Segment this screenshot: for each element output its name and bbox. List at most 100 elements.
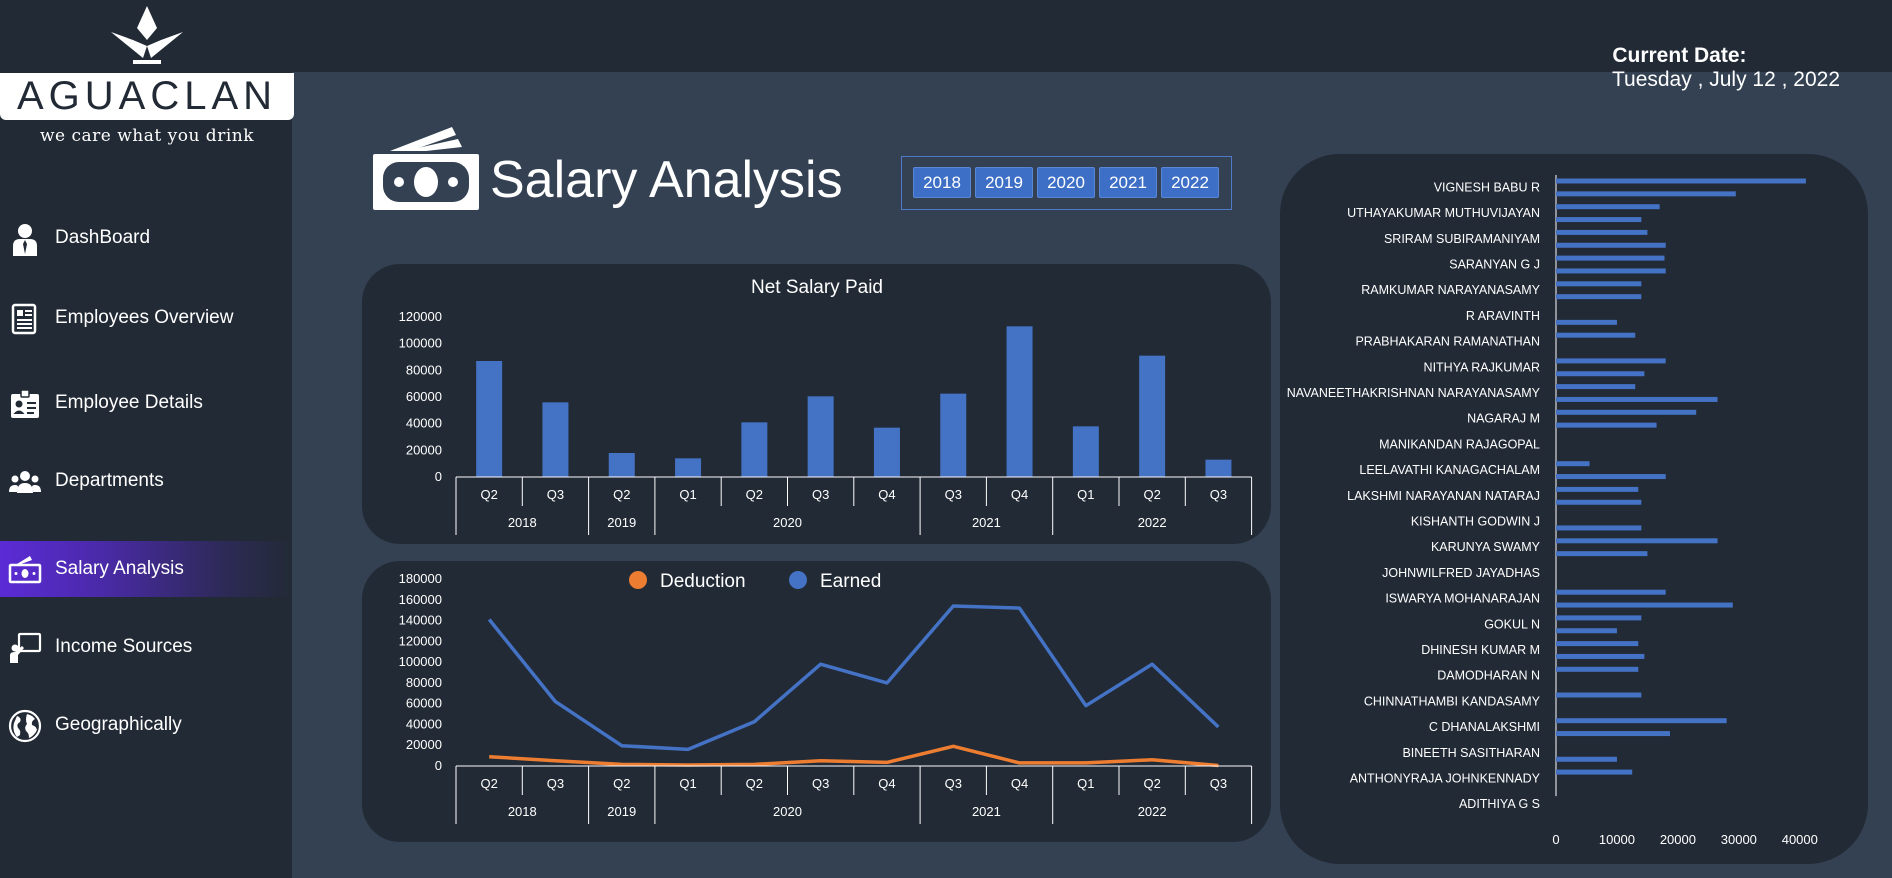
bar (1006, 326, 1033, 477)
y-tick-label: 40000 (406, 716, 442, 731)
x-group-label: 2019 (607, 804, 636, 819)
sidebar-item-label: Geographically (55, 714, 182, 735)
employee-name-label: NAGARAJ M (1467, 412, 1540, 426)
net-salary-panel: Net Salary Paid 0 20000 40000 60000 80000 1000… (362, 264, 1271, 544)
x-tick-label: Q1 (679, 776, 696, 791)
bar (1556, 319, 1617, 325)
y-tick-label: 160000 (399, 592, 442, 607)
x-tick-label: 0 (1552, 832, 1559, 847)
employee-name-label: NITHYA RAJKUMAR (1424, 360, 1540, 374)
brand-name: AGUACLAN (16, 74, 278, 118)
bar (1556, 358, 1666, 364)
bar (1556, 191, 1736, 197)
x-tick-label: Q2 (613, 776, 630, 791)
x-tick-label: Q2 (480, 487, 497, 502)
x-group-label: 2020 (773, 804, 802, 819)
x-tick-label: Q2 (613, 487, 630, 502)
employee-salary-chart: VIGNESH BABU R UTHAYAKUMAR MUTHUVIJAYAN SR… (1287, 175, 1818, 847)
employee-name-label: R ARAVINTH (1466, 309, 1540, 323)
bar (1556, 538, 1718, 544)
bar (1556, 255, 1665, 261)
y-tick-label: 0 (435, 758, 442, 773)
x-tick-label: 20000 (1660, 832, 1696, 847)
y-tick-label: 100000 (399, 654, 442, 669)
sidebar-item-employee-details[interactable]: Employee Details (0, 375, 292, 431)
employee-name-label: ISWARYA MOHANARAJAN (1385, 592, 1540, 606)
sidebar-item-salary-analysis[interactable]: Salary Analysis (0, 541, 292, 597)
employee-name-label: GOKUL N (1484, 617, 1540, 631)
employee-name-label: UTHAYAKUMAR MUTHUVIJAYAN (1347, 206, 1540, 220)
bar (1556, 551, 1648, 557)
x-tick-label: Q2 (1143, 776, 1160, 791)
bar (741, 422, 768, 477)
x-tick-label: Q1 (679, 487, 696, 502)
y-tick-label: 20000 (406, 442, 442, 457)
bar (940, 393, 967, 477)
employee-name-label: PRABHAKARAN RAMANATHAN (1355, 335, 1540, 349)
bar (1556, 422, 1657, 428)
x-tick-label: Q4 (878, 776, 895, 791)
sidebar-item-label: Departments (55, 470, 164, 491)
legend-label-earned: Earned (820, 571, 881, 592)
x-tick-label: Q3 (812, 776, 829, 791)
employee-name-label: ANTHONYRAJA JOHNKENNADY (1350, 772, 1541, 786)
employee-name-label: KISHANTH GODWIN J (1411, 515, 1540, 529)
bar (1556, 474, 1666, 480)
bar (1556, 769, 1633, 775)
brand-crown-icon (111, 6, 183, 64)
x-tick-label: Q1 (1077, 776, 1094, 791)
x-tick-label: Q3 (1210, 487, 1227, 502)
year-button-2021[interactable]: 2021 (1099, 167, 1157, 198)
bar (1556, 692, 1642, 698)
y-tick-label: 60000 (406, 696, 442, 711)
globe-icon (8, 709, 42, 743)
bar (1556, 294, 1642, 300)
year-button-2022[interactable]: 2022 (1161, 167, 1219, 198)
sidebar-item-label: Income Sources (55, 636, 193, 657)
sidebar-item-label: DashBoard (55, 227, 151, 248)
sidebar-item-geographically[interactable]: Geographically (0, 697, 292, 753)
x-group-label: 2022 (1138, 804, 1167, 819)
users-icon (9, 471, 41, 493)
sidebar-item-label: Employees Overview (55, 307, 234, 328)
bar (873, 427, 900, 477)
current-date-value: Tuesday , July 12 , 2022 (1611, 68, 1840, 91)
bar (1556, 641, 1639, 647)
x-tick-label: 30000 (1721, 832, 1757, 847)
presenter-icon (10, 632, 42, 663)
bar (675, 458, 702, 477)
sidebar-item-departments[interactable]: Departments (0, 453, 292, 509)
y-tick-label: 0 (435, 469, 442, 484)
bar (1556, 281, 1642, 287)
sidebar: AGUACLAN we care what you drink DashBoar… (0, 0, 294, 878)
bar (1139, 355, 1166, 477)
bar (1556, 666, 1639, 672)
employee-name-label: CHINNATHAMBI KANDASAMY (1364, 694, 1541, 708)
sidebar-item-dashboard[interactable]: DashBoard (0, 210, 292, 266)
bar (1556, 461, 1590, 467)
bar (1556, 653, 1645, 659)
user-tie-icon (13, 224, 37, 256)
sidebar-item-employees-overview[interactable]: Employees Overview (0, 290, 292, 346)
bar (1556, 384, 1636, 390)
series-line-earned (487, 604, 1220, 752)
earned-deduction-chart: 0 20000 40000 60000 80000 100000 120000 140000 1… (399, 571, 1253, 824)
year-button-2019[interactable]: 2019 (975, 167, 1033, 198)
year-button-2020[interactable]: 2020 (1037, 167, 1095, 198)
x-tick-label: Q2 (480, 776, 497, 791)
year-button-2018[interactable]: 2018 (913, 167, 971, 198)
bar (1556, 525, 1642, 531)
employee-name-label: BINEETH SASITHARAN (1402, 746, 1540, 760)
brand-logo[interactable]: AGUACLAN (0, 73, 294, 120)
bar (1072, 426, 1099, 477)
sidebar-item-income-sources[interactable]: Income Sources (0, 619, 292, 675)
bar (1556, 229, 1648, 235)
y-tick-label: 40000 (406, 416, 442, 431)
bar (1205, 459, 1232, 477)
bar (1556, 204, 1660, 210)
bar (1556, 589, 1666, 595)
legend-marker-earned (789, 571, 807, 589)
bar (1556, 731, 1670, 737)
x-tick-label: Q3 (812, 487, 829, 502)
bar (1556, 628, 1617, 634)
